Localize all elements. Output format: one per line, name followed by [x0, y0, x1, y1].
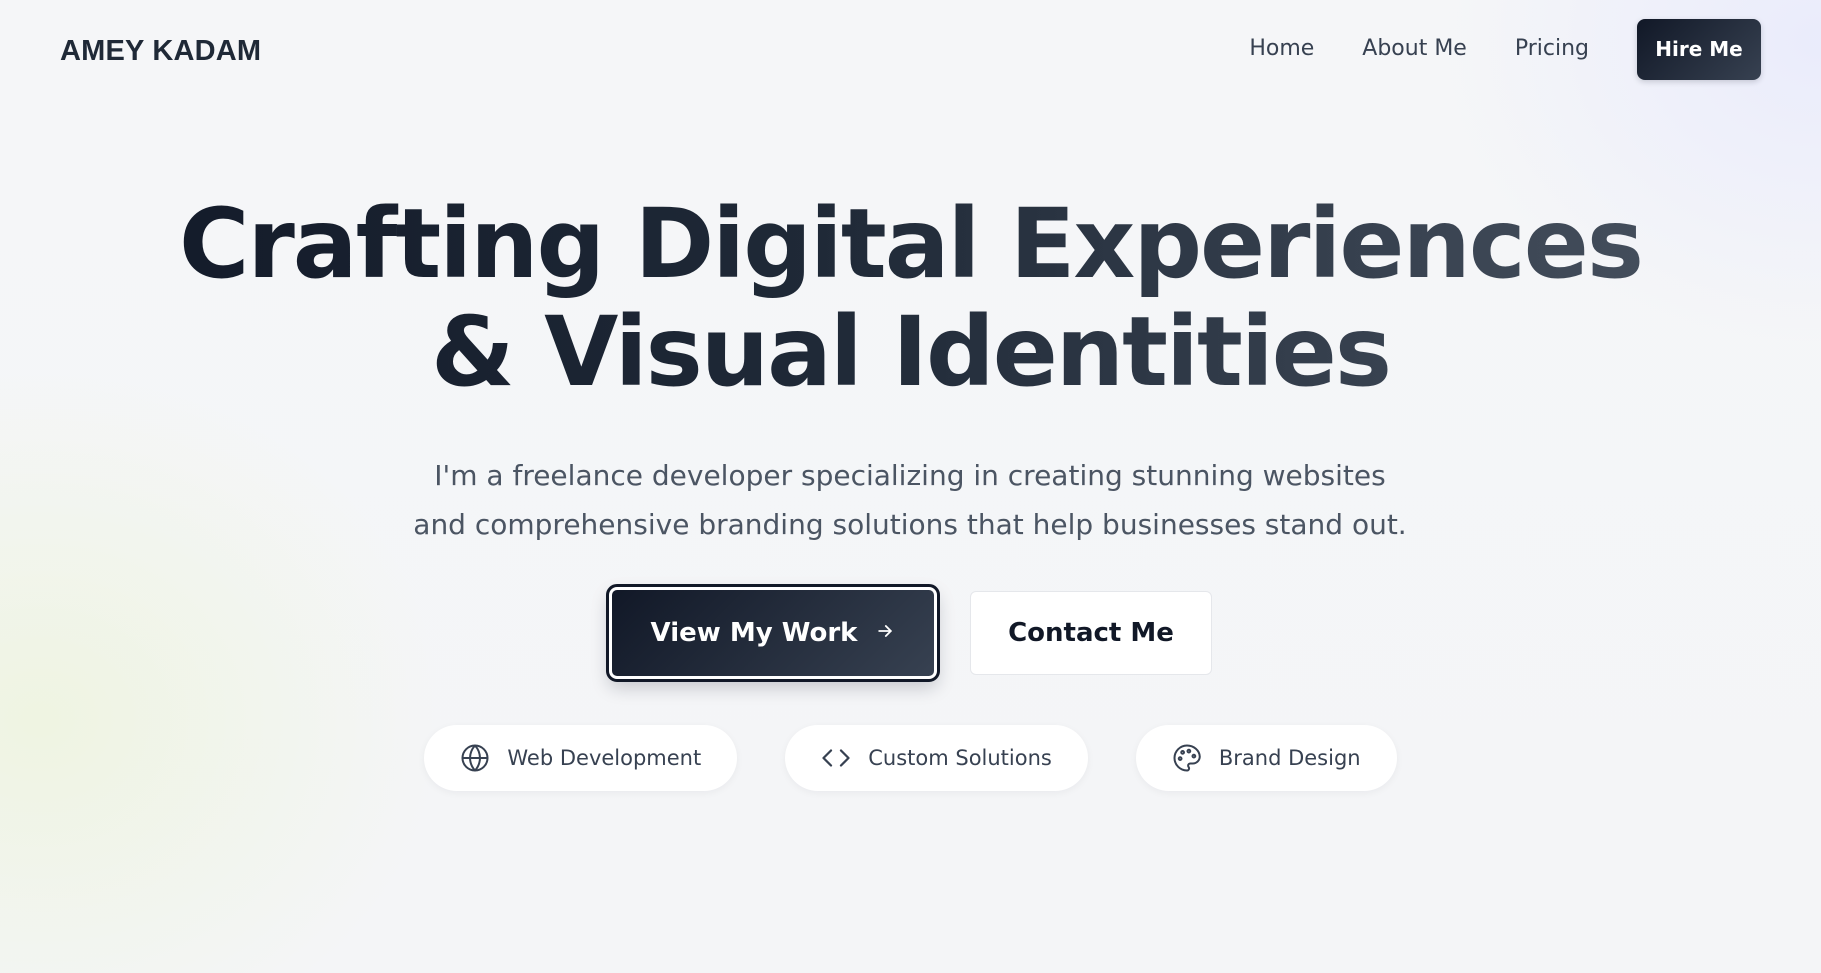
- service-pill-web-development: Web Development: [424, 725, 738, 791]
- cta-row: View My Work Contact Me: [0, 584, 1821, 682]
- code-icon: [821, 743, 851, 773]
- contact-me-button[interactable]: Contact Me: [970, 591, 1212, 675]
- main-nav: Home About Me Pricing Hire Me: [1249, 18, 1761, 80]
- service-pill-brand-design: Brand Design: [1135, 725, 1397, 791]
- nav-link-pricing[interactable]: Pricing: [1515, 18, 1589, 80]
- globe-icon: [460, 743, 490, 773]
- hero-title-line-2: & Visual Identities: [0, 298, 1821, 406]
- nav-link-home[interactable]: Home: [1249, 18, 1314, 80]
- service-label: Custom Solutions: [868, 746, 1052, 770]
- view-my-work-button[interactable]: View My Work: [606, 584, 940, 682]
- palette-icon: [1172, 743, 1202, 773]
- nav-link-about-me[interactable]: About Me: [1362, 18, 1467, 80]
- service-pills: Web Development Custom Solutions Brand D…: [0, 725, 1821, 791]
- service-label: Web Development: [507, 746, 702, 770]
- service-pill-custom-solutions: Custom Solutions: [785, 725, 1088, 791]
- hero-subtitle: I'm a freelance developer specializing i…: [413, 459, 1407, 541]
- arrow-right-icon: [875, 618, 895, 648]
- brand-logo[interactable]: AMEY KADAM: [60, 31, 261, 71]
- view-my-work-label: View My Work: [650, 618, 858, 648]
- hire-me-button[interactable]: Hire Me: [1637, 18, 1761, 80]
- hero-title-line-1: Crafting Digital Experiences: [0, 190, 1821, 298]
- hero-title: Crafting Digital Experiences & Visual Id…: [0, 190, 1821, 406]
- service-label: Brand Design: [1218, 746, 1361, 770]
